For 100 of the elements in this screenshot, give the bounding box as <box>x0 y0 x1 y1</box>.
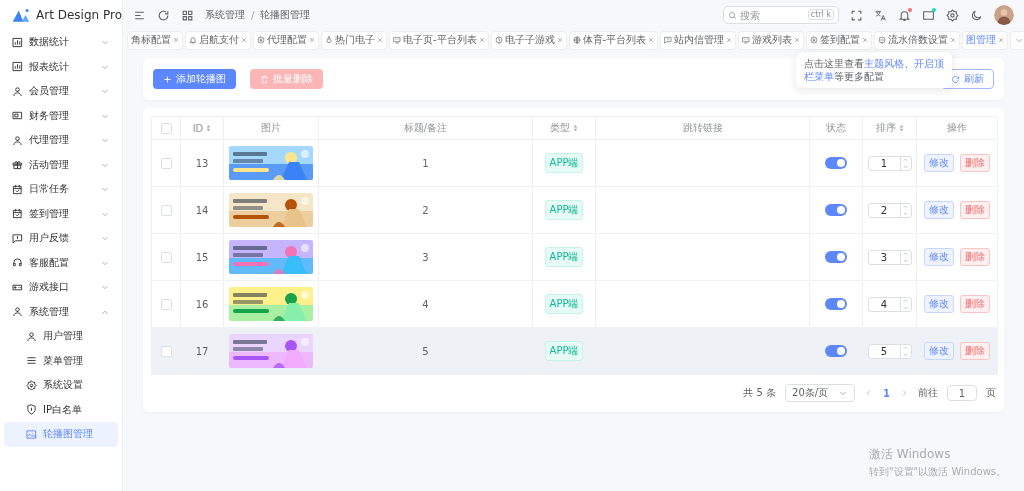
sort-icon[interactable] <box>573 124 578 132</box>
grid-icon[interactable] <box>181 8 194 22</box>
flame-icon <box>325 36 333 44</box>
close-icon[interactable] <box>556 37 563 43</box>
sidebar-item[interactable]: 活动管理 <box>0 152 122 177</box>
tab[interactable]: 启航支付 <box>185 30 251 50</box>
table-row[interactable]: 13 1 APP端 1 修改 删除 <box>151 139 998 187</box>
close-icon[interactable] <box>309 37 315 43</box>
message-icon <box>664 36 673 44</box>
refresh-icon[interactable] <box>157 8 170 22</box>
monitor-icon <box>742 36 751 44</box>
checkbox[interactable] <box>160 251 172 263</box>
close-icon[interactable] <box>726 37 733 43</box>
monitor-icon <box>393 36 401 44</box>
page-size-select[interactable]: 20条/页 <box>785 384 856 402</box>
table-cell: 16 <box>195 298 209 310</box>
status-switch[interactable] <box>825 204 847 216</box>
minus-icon <box>878 36 887 44</box>
close-icon[interactable] <box>950 37 957 43</box>
sidebar-item[interactable]: 财务管理 <box>0 103 122 128</box>
sort-icon[interactable] <box>206 124 212 132</box>
close-icon[interactable] <box>862 37 869 43</box>
sidebar-item[interactable]: 客服配置 <box>0 250 122 275</box>
sidebar-subitem[interactable]: 菜单管理 <box>4 348 118 373</box>
column-header: 图片 <box>261 121 281 135</box>
headset-icon <box>12 257 23 269</box>
table-cell: 3 <box>422 251 429 263</box>
sort-number-field[interactable]: 4 <box>867 296 912 312</box>
sidebar-item[interactable]: 日常任务 <box>0 177 122 202</box>
table-cell: 2 <box>422 204 429 216</box>
sidebar-item[interactable]: 游戏接口 <box>0 275 122 300</box>
table-row[interactable]: 14 2 APP端 2 修改 删除 <box>151 186 998 234</box>
checkbox[interactable] <box>160 298 172 310</box>
chat-icon[interactable] <box>922 8 935 22</box>
tab[interactable]: 签到配置 <box>806 30 873 50</box>
tab[interactable]: 电子页-平台列表 <box>389 30 489 50</box>
close-icon[interactable] <box>648 37 655 43</box>
status-switch[interactable] <box>825 251 847 263</box>
moon-icon[interactable] <box>970 8 983 22</box>
table-row[interactable]: 17 5 APP端 5 修改 删除 <box>151 327 998 375</box>
logo-icon <box>12 7 31 23</box>
activation-title: 激活 Windows <box>869 446 951 463</box>
sidebar-item[interactable]: 报表统计 <box>0 54 122 79</box>
goto-page-field[interactable]: 1 <box>947 385 977 401</box>
tab[interactable]: 角标配置 <box>127 30 183 50</box>
table-row[interactable]: 15 3 APP端 3 修改 删除 <box>151 233 998 281</box>
sort-number-field[interactable]: 5 <box>867 343 912 359</box>
close-icon[interactable] <box>377 37 383 43</box>
tab[interactable]: 体育-平台列表 <box>568 30 659 50</box>
tab[interactable]: 站内信管理 <box>660 30 737 50</box>
sort-number-field[interactable]: 2 <box>867 202 912 218</box>
table-cell: 1 <box>422 157 429 169</box>
sort-number-field[interactable]: 3 <box>867 249 912 265</box>
tab[interactable]: 游戏列表 <box>738 30 805 50</box>
breadcrumb-item[interactable]: 系统管理 <box>205 8 245 22</box>
column-header: 操作 <box>947 121 967 135</box>
sidebar-item[interactable]: 会员管理 <box>0 79 122 104</box>
tab[interactable]: 热门电子 <box>321 30 387 50</box>
checkbox[interactable] <box>160 345 172 357</box>
sidebar-item[interactable]: 签到管理 <box>0 201 122 226</box>
sidebar-subitem[interactable]: IP白名单 <box>4 397 118 422</box>
checkbox[interactable] <box>160 204 172 216</box>
close-icon[interactable] <box>794 37 801 43</box>
sort-number-field[interactable]: 1 <box>867 155 912 171</box>
status-switch[interactable] <box>825 157 847 169</box>
status-switch[interactable] <box>825 298 847 310</box>
type-tag: APP端 <box>544 153 584 173</box>
close-icon[interactable] <box>173 37 179 43</box>
total-count: 共 5 条 <box>743 386 777 400</box>
status-switch[interactable] <box>825 345 847 357</box>
chart-icon <box>12 61 23 73</box>
close-icon[interactable] <box>241 37 247 43</box>
fullscreen-icon[interactable] <box>850 8 863 22</box>
chart-icon <box>12 36 23 48</box>
checkbox[interactable] <box>160 122 172 134</box>
sidebar-item[interactable]: 用户反馈 <box>0 226 122 251</box>
search-icon <box>728 11 737 20</box>
sidebar-subitem[interactable]: 系统设置 <box>4 373 118 398</box>
translate-icon[interactable] <box>874 8 887 22</box>
table-row[interactable]: 16 4 APP端 4 修改 删除 <box>151 280 998 328</box>
close-icon[interactable] <box>998 37 1005 43</box>
sidebar-item[interactable]: 数据统计 <box>0 30 122 55</box>
list-icon <box>26 355 37 367</box>
tab[interactable]: 电子子游戏 <box>490 30 567 50</box>
sidebar-item[interactable]: 代理管理 <box>0 128 122 153</box>
bell-icon[interactable] <box>898 8 911 22</box>
gift-icon <box>12 159 23 171</box>
avatar[interactable] <box>994 5 1014 25</box>
tab[interactable]: 代理配置 <box>253 30 319 50</box>
refresh-icon <box>951 74 960 84</box>
tabs-dropdown-button[interactable] <box>1010 30 1024 50</box>
sidebar-item[interactable]: 系统管理 <box>0 299 122 324</box>
tab[interactable]: 流水倍数设置 <box>874 30 961 50</box>
tab[interactable]: 图管理 <box>962 30 1009 50</box>
sidebar-subitem[interactable]: 用户管理 <box>4 324 118 349</box>
checkbox[interactable] <box>160 157 172 169</box>
settings-icon[interactable] <box>946 8 959 22</box>
close-icon[interactable] <box>478 37 485 43</box>
sort-icon[interactable] <box>898 124 904 132</box>
person-icon <box>12 306 23 318</box>
